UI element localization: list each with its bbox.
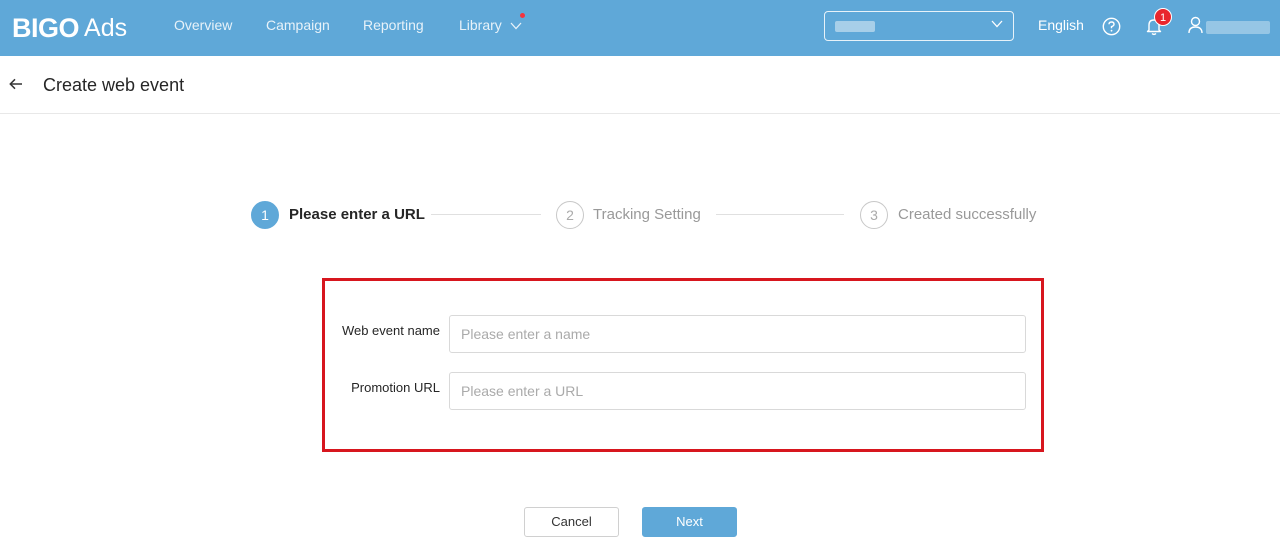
step-3-circle: 3	[860, 201, 888, 229]
step-connector	[716, 214, 844, 215]
library-new-dot	[520, 13, 525, 18]
page-title: Create web event	[43, 75, 185, 95]
account-selector[interactable]	[824, 11, 1014, 41]
account-name-redacted	[835, 21, 875, 32]
logo-sub-text: Ads	[84, 13, 128, 42]
language-switch[interactable]: English	[1038, 17, 1084, 33]
web-event-name-input[interactable]	[449, 315, 1026, 353]
page-header: Create web event	[0, 56, 1280, 114]
user-name-redacted[interactable]	[1206, 21, 1270, 34]
chevron-down-icon	[991, 20, 1003, 28]
nav-reporting[interactable]: Reporting	[363, 17, 424, 33]
nav-library[interactable]: Library	[459, 17, 522, 33]
web-event-name-label: Web event name	[341, 323, 440, 338]
cancel-button[interactable]: Cancel	[524, 507, 619, 537]
nav-overview[interactable]: Overview	[174, 17, 232, 33]
step-2-label: Tracking Setting	[593, 206, 701, 223]
step-connector	[431, 214, 541, 215]
promotion-url-label: Promotion URL	[351, 380, 440, 395]
top-nav-bar: BIGO Ads Overview Campaign Reporting Lib…	[0, 0, 1280, 56]
help-icon[interactable]	[1102, 17, 1121, 36]
promotion-url-input[interactable]	[449, 372, 1026, 410]
step-1-circle: 1	[251, 201, 279, 229]
nav-campaign[interactable]: Campaign	[266, 17, 330, 33]
next-button[interactable]: Next	[642, 507, 737, 537]
step-3-label: Created successfully	[898, 206, 1037, 223]
form-highlight-box	[322, 278, 1044, 452]
back-arrow-icon[interactable]	[9, 78, 23, 90]
step-2-circle: 2	[556, 201, 584, 229]
step-1-label: Please enter a URL	[289, 206, 425, 223]
logo-main-text: BIGO	[12, 12, 80, 43]
chevron-down-icon	[510, 22, 522, 30]
bigo-ads-logo[interactable]: BIGO Ads	[12, 12, 127, 44]
nav-library-label: Library	[459, 17, 502, 33]
user-icon[interactable]	[1188, 16, 1203, 34]
notification-badge: 1	[1154, 8, 1172, 26]
